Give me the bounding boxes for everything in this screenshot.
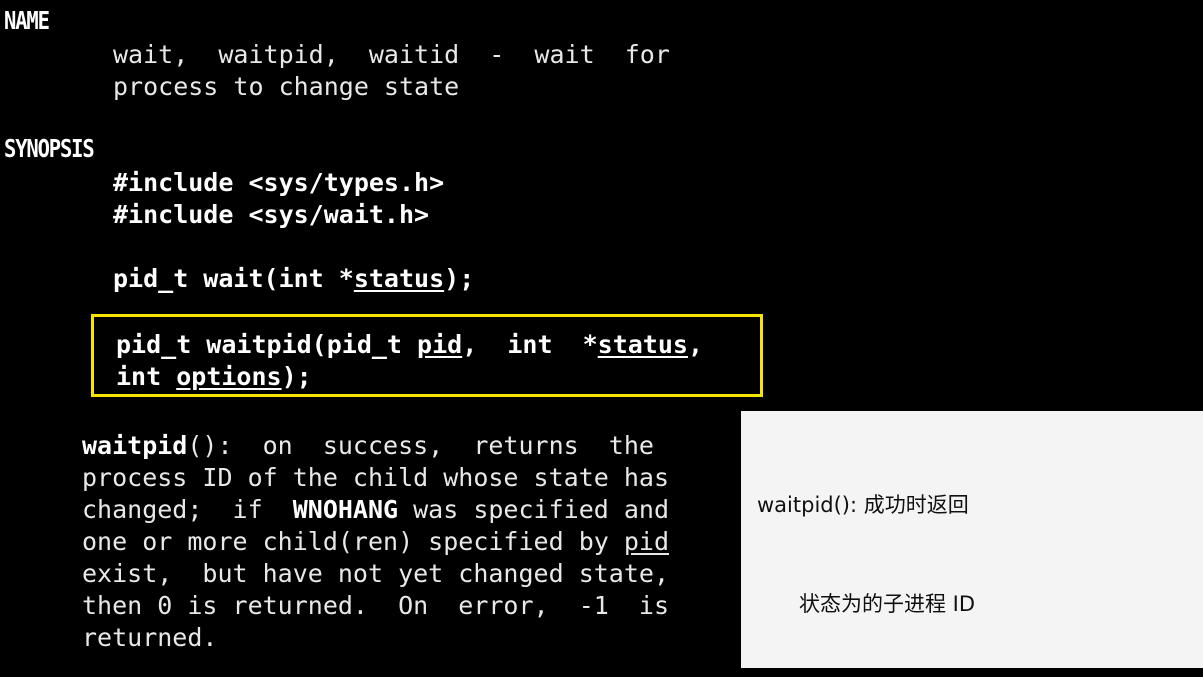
- wait-prototype-prefix: pid_t wait(int *: [113, 264, 354, 293]
- translation-tooltip: waitpid(): 成功时返回 状态为的子进程 ID 改变了; 如果指定了 W…: [741, 411, 1203, 668]
- description-line-3-a: changed; if: [82, 495, 293, 524]
- waitpid-proto-prefix: pid_t waitpid(pid_t: [116, 330, 418, 359]
- waitpid-proto-pid-arg: pid: [417, 330, 463, 359]
- waitpid-proto-comma: ,: [687, 330, 704, 359]
- section-heading-name: NAME: [4, 6, 50, 35]
- translation-line-1: waitpid(): 成功时返回: [757, 493, 969, 517]
- waitpid-prototype-line-2: int options);: [116, 361, 312, 393]
- description-line-4: one or more child(ren) specified by pid: [82, 526, 669, 558]
- wait-prototype: pid_t wait(int *status);: [113, 263, 474, 295]
- section-heading-synopsis: SYNOPSIS: [4, 134, 95, 163]
- description-func-name: waitpid: [82, 431, 188, 460]
- terminal-screen: NAME wait, waitpid, waitid - wait for pr…: [0, 0, 1203, 677]
- description-line-2: process ID of the child whose state has: [82, 463, 669, 492]
- waitpid-proto-status-arg: status: [597, 330, 688, 359]
- waitpid-return-description: waitpid(): on success, returns the proce…: [82, 430, 669, 654]
- name-description-line-1: wait, waitpid, waitid - wait for: [113, 40, 670, 69]
- description-line-7: returned.: [82, 623, 218, 652]
- description-line-1-text: (): on success, returns the: [187, 431, 654, 460]
- include-sys-wait: #include <sys/wait.h>: [113, 200, 430, 229]
- waitpid-proto-end: );: [281, 362, 312, 391]
- description-line-5: exist, but have not yet changed state,: [82, 559, 669, 588]
- description-line-4-a: one or more child(ren) specified by: [82, 527, 624, 556]
- name-description-line-2: process to change state: [113, 72, 460, 101]
- waitpid-proto-mid: , int *: [462, 330, 598, 359]
- waitpid-proto-options-arg: options: [176, 362, 282, 391]
- wait-prototype-status-arg: status: [353, 264, 445, 293]
- waitpid-proto-int: int: [116, 362, 177, 391]
- description-line-6: then 0 is returned. On error, -1 is: [82, 591, 669, 620]
- waitpid-prototype-highlight-box: pid_t waitpid(pid_t pid, int *status, in…: [91, 314, 763, 397]
- waitpid-prototype-line-1: pid_t waitpid(pid_t pid, int *status,: [116, 329, 703, 361]
- description-line-3: changed; if WNOHANG was specified and: [82, 494, 669, 526]
- include-sys-types: #include <sys/types.h>: [113, 168, 445, 197]
- wnohang-flag: WNOHANG: [292, 495, 399, 524]
- wait-prototype-suffix: );: [444, 264, 475, 293]
- description-line-1: waitpid(): on success, returns the: [82, 430, 669, 462]
- description-line-3-b: was specified and: [398, 495, 670, 524]
- description-pid-arg: pid: [623, 527, 670, 556]
- translation-line-2: 状态为的子进程 ID: [799, 592, 976, 616]
